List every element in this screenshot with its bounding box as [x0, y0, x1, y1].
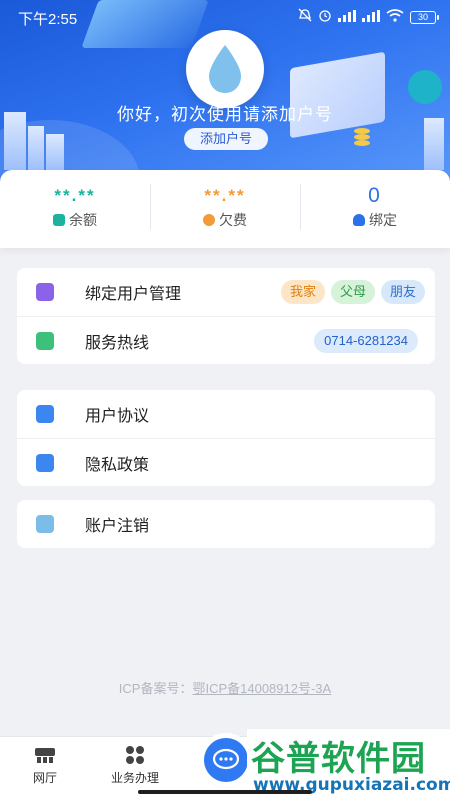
id-card-illustration	[290, 51, 385, 139]
balance-label: 余额	[69, 212, 97, 228]
document-icon	[36, 405, 54, 423]
status-time: 下午2:55	[18, 11, 78, 28]
bind-user-management-label: 绑定用户管理	[85, 286, 182, 303]
bound-stat[interactable]: 0 绑定	[300, 170, 450, 248]
account-summary: **.** 余额 **.** 欠费 0 绑定	[0, 170, 450, 248]
add-account-button[interactable]: 添加户号	[184, 128, 268, 150]
building-decor	[424, 118, 444, 170]
wifi-icon	[386, 8, 404, 26]
tag-friends[interactable]: 朋友	[380, 280, 425, 304]
mute-icon	[298, 8, 312, 26]
balance-stat[interactable]: **.** 余额	[0, 170, 150, 248]
icp-record: ICP备案号：鄂ICP备14008912号-3A	[0, 678, 450, 697]
user-icon	[353, 214, 365, 226]
tab-business[interactable]: 业务办理	[90, 745, 180, 786]
privacy-policy-row[interactable]: 隐私政策	[17, 438, 435, 486]
tab-business-label: 业务办理	[110, 771, 159, 785]
bound-label: 绑定	[369, 212, 397, 228]
privacy-policy-label: 隐私政策	[85, 456, 150, 474]
account-menu-card: 绑定用户管理 我家 父母 朋友 服务热线 0714-6281234	[17, 268, 435, 364]
headset-icon	[36, 332, 54, 350]
tag-my-home[interactable]: 我家	[280, 280, 325, 304]
arrears-label: 欠费	[219, 212, 247, 228]
cancel-account-label: 账户注销	[85, 518, 150, 535]
status-bar: 下午2:55 30	[0, 0, 450, 32]
arrears-value: **.**	[204, 186, 246, 205]
hotline-number[interactable]: 0714-6281234	[314, 328, 418, 353]
signal-icon	[338, 9, 356, 26]
icp-prefix: ICP备案号：	[118, 681, 193, 696]
signal-icon	[362, 9, 380, 26]
account-cancel-card: 账户注销	[17, 500, 435, 548]
balance-value: **.**	[54, 186, 96, 205]
tab-hall[interactable]: 网厅	[0, 745, 90, 786]
building-decor	[28, 126, 44, 170]
user-group-icon	[36, 283, 54, 301]
alarm-icon	[318, 8, 332, 26]
policy-menu-card: 用户协议 隐私政策	[17, 390, 435, 486]
robot-decor	[408, 70, 442, 104]
home-indicator[interactable]	[138, 790, 312, 794]
avatar	[186, 30, 264, 108]
water-drop-icon	[209, 45, 241, 93]
arrears-stat[interactable]: **.** 欠费	[150, 170, 300, 248]
hall-icon	[35, 748, 55, 763]
welcome-text: 你好，初次使用请添加户号	[117, 105, 333, 124]
building-decor	[46, 134, 64, 170]
bound-value: 0	[368, 184, 382, 207]
bind-user-management-row[interactable]: 绑定用户管理 我家 父母 朋友	[17, 268, 435, 316]
id-card-icon	[36, 515, 54, 533]
service-hotline-label: 服务热线	[85, 334, 150, 352]
document-icon	[36, 454, 54, 472]
cancel-account-row[interactable]: 账户注销	[17, 500, 435, 548]
watermark-title: 谷普软件园	[251, 739, 426, 779]
chat-button[interactable]	[204, 738, 248, 782]
battery-icon: 30	[410, 10, 439, 24]
tag-parents[interactable]: 父母	[330, 280, 375, 304]
user-agreement-label: 用户协议	[85, 408, 150, 425]
chat-icon	[212, 748, 240, 770]
user-agreement-row[interactable]: 用户协议	[17, 390, 435, 438]
icp-number-link[interactable]: 鄂ICP备14008912号-3A	[192, 681, 331, 696]
tab-hall-label: 网厅	[32, 771, 57, 785]
wallet-icon	[53, 214, 65, 226]
business-icon	[126, 746, 144, 764]
yen-icon	[203, 214, 215, 226]
service-hotline-row[interactable]: 服务热线 0714-6281234	[17, 316, 435, 364]
